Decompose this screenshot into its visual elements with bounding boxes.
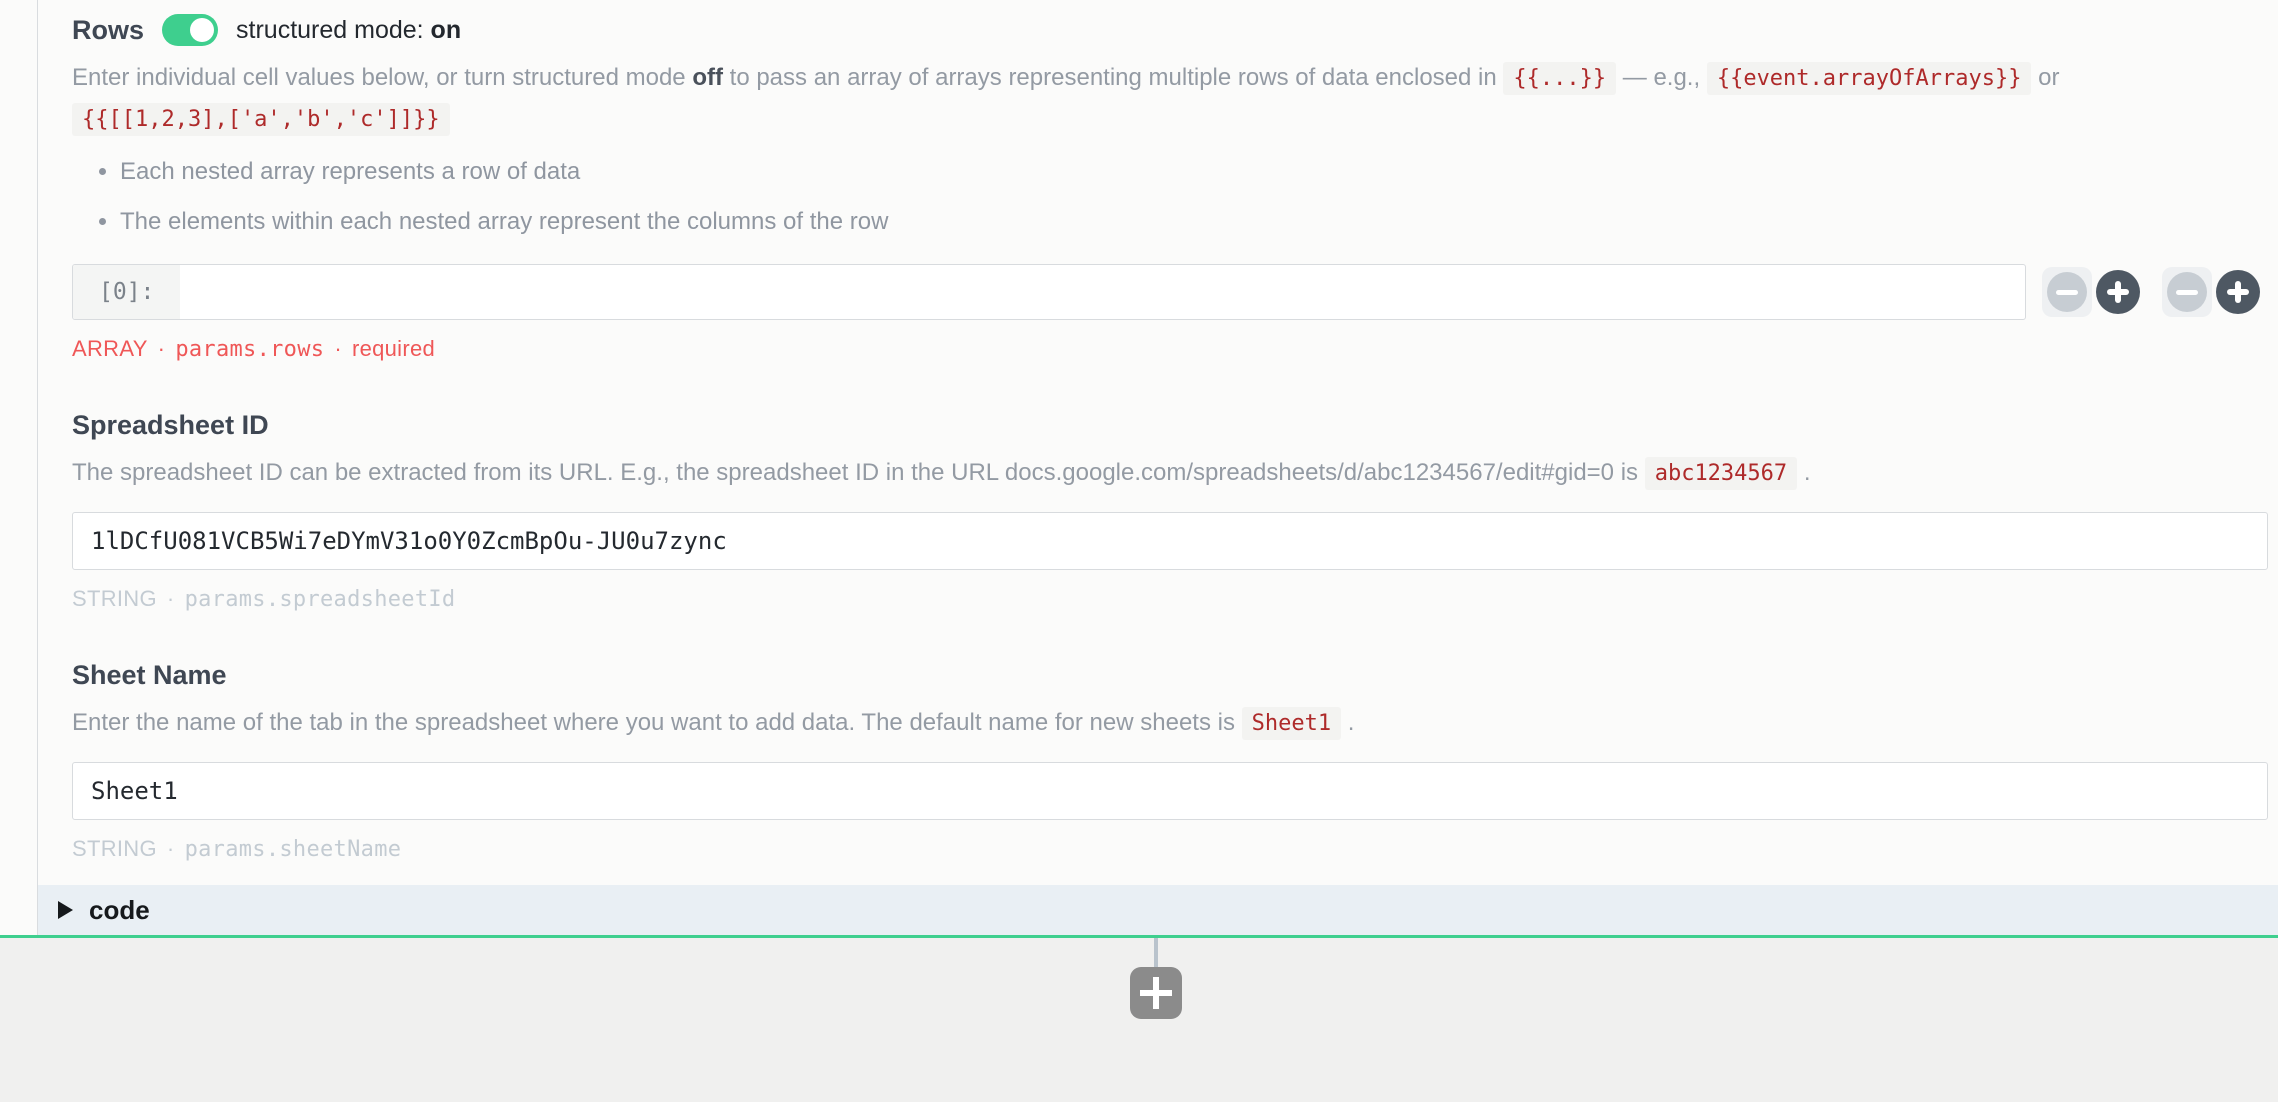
step-connector-line <box>1154 938 1158 968</box>
expand-caret-icon <box>58 901 73 919</box>
add-column-button[interactable] <box>2216 270 2260 314</box>
sheet-name-label: Sheet Name <box>72 660 2268 691</box>
workflow-canvas <box>0 938 2278 1102</box>
spreadsheet-id-meta: STRING · params.spreadsheetId <box>72 586 2268 612</box>
remove-row-button[interactable] <box>2042 267 2092 317</box>
bullet-item: Each nested array represents a row of da… <box>120 154 2268 190</box>
row-stepper-group <box>2042 267 2140 317</box>
remove-column-button[interactable] <box>2162 267 2212 317</box>
sheet-meta-type: STRING <box>72 836 157 861</box>
minus-icon <box>2167 272 2207 312</box>
panel-left-border <box>37 0 38 935</box>
spreadsheet-meta-path: params.spreadsheetId <box>185 587 456 612</box>
sheet-name-description: Enter the name of the tab in the spreads… <box>72 703 2268 744</box>
add-row-button[interactable] <box>2096 270 2140 314</box>
rows-cell-input[interactable] <box>180 265 2025 319</box>
rows-desc-code-example-1: {{event.arrayOfArrays}} <box>1707 62 2032 95</box>
sheet-meta-path: params.sheetName <box>185 837 402 862</box>
spreadsheet-desc-text: The spreadsheet ID can be extracted from… <box>72 459 1645 486</box>
bullet-item: The elements within each nested array re… <box>120 204 2268 240</box>
toggle-knob-icon <box>190 18 214 42</box>
meta-separator: · <box>167 836 175 861</box>
spreadsheet-id-input[interactable] <box>72 512 2268 570</box>
rows-field-meta: ARRAY · params.rows · required <box>72 336 2268 362</box>
spreadsheet-meta-type: STRING <box>72 586 157 611</box>
structured-mode-status-text: structured mode: <box>236 16 431 44</box>
rows-meta-type: ARRAY <box>72 336 148 361</box>
rows-desc-off-emphasis: off <box>692 64 723 91</box>
code-step-label: code <box>89 895 150 926</box>
meta-separator: · <box>334 336 342 361</box>
structured-mode-toggle[interactable] <box>162 14 218 46</box>
rows-field-header: Rows structured mode: on <box>72 14 2268 46</box>
step-config-panel: Rows structured mode: on Enter individua… <box>0 0 2278 935</box>
minus-icon <box>2047 272 2087 312</box>
rows-desc-or-text: or <box>2031 64 2059 91</box>
rows-desc-text-2: to pass an array of arrays representing … <box>723 64 1503 91</box>
meta-separator: · <box>158 336 166 361</box>
sheet-desc-period: . <box>1341 709 1354 736</box>
structured-mode-status-value: on <box>431 16 462 44</box>
column-stepper-group <box>2162 267 2260 317</box>
step-config-content: Rows structured mode: on Enter individua… <box>0 0 2278 862</box>
structured-mode-status: structured mode: on <box>236 16 461 45</box>
code-step-header[interactable]: code <box>38 885 2278 935</box>
meta-separator: · <box>167 586 175 611</box>
rows-cell-input-group: [0]: <box>72 264 2026 320</box>
sheet-desc-text: Enter the name of the tab in the spreads… <box>72 709 1242 736</box>
rows-desc-text-3: — e.g., <box>1616 64 1700 91</box>
rows-field-label: Rows <box>72 15 144 46</box>
rows-field-bullet-list: Each nested array represents a row of da… <box>72 154 2268 240</box>
rows-desc-code-example-2: {{[[1,2,3],['a','b','c']]}} <box>72 103 450 136</box>
spreadsheet-id-description: The spreadsheet ID can be extracted from… <box>72 453 2268 494</box>
rows-desc-text-1: Enter individual cell values below, or t… <box>72 64 692 91</box>
spreadsheet-desc-code: abc1234567 <box>1645 457 1797 490</box>
rows-field-description: Enter individual cell values below, or t… <box>72 58 2268 140</box>
rows-desc-code-braces: {{...}} <box>1503 62 1616 95</box>
rows-meta-required: required <box>352 336 435 361</box>
rows-input-row: [0]: <box>72 264 2268 320</box>
sheet-name-meta: STRING · params.sheetName <box>72 836 2268 862</box>
spreadsheet-desc-period: . <box>1797 459 1810 486</box>
rows-meta-path: params.rows <box>175 337 324 362</box>
spreadsheet-id-label: Spreadsheet ID <box>72 410 2268 441</box>
sheet-desc-code: Sheet1 <box>1242 707 1341 740</box>
rows-index-prefix: [0]: <box>73 265 180 319</box>
add-step-button[interactable] <box>1130 967 1182 1019</box>
sheet-name-input[interactable] <box>72 762 2268 820</box>
